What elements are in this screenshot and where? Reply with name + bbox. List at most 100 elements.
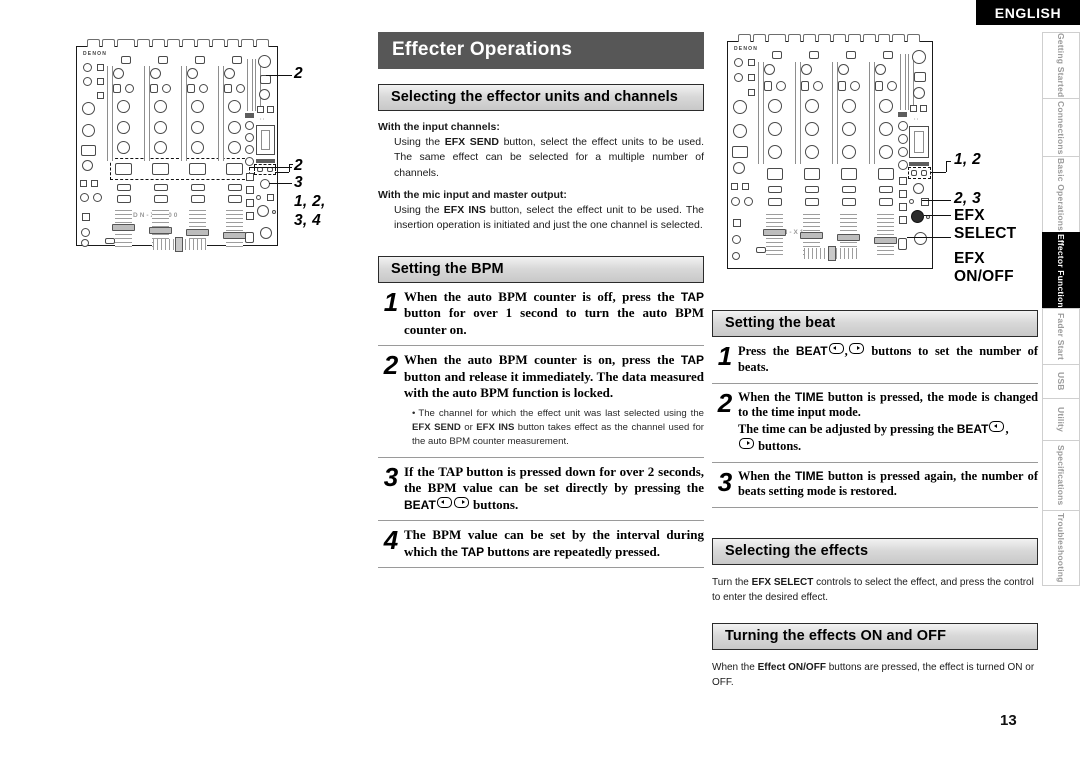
phones-knob [733, 124, 747, 138]
ch1-gain-knob [113, 68, 124, 79]
ch2-input-select [158, 56, 168, 64]
ch2-efx-send-button [152, 163, 169, 175]
efx-param4-knob [245, 157, 254, 166]
ch4-fader [223, 210, 246, 250]
ch4-cue-button [879, 186, 893, 193]
callout-line-beat-b [946, 161, 947, 172]
efx-display-label-bar [909, 162, 929, 166]
efx-tap-button-top [914, 72, 926, 82]
ch2-filter-knob [805, 145, 819, 159]
efx-param1-knob [898, 121, 908, 131]
bpm-step-2-text: When the auto BPM counter is on, press t… [404, 352, 704, 450]
mic-eq-button [748, 89, 755, 96]
crossfader-curve-knob [80, 193, 89, 202]
bpm-step-4-number: 4 [383, 525, 399, 556]
cue-mix-button [732, 146, 748, 158]
beat-up-button [921, 170, 927, 176]
section-body-selecting-units: With the input channels: Using the EFX S… [378, 120, 704, 234]
ch2-assign-switch [805, 198, 819, 206]
ch4-efx-send-button [878, 168, 894, 180]
efx-bank4-button [899, 216, 907, 224]
ch3-assign-switch [842, 198, 856, 206]
efx-param2-knob [245, 133, 254, 142]
mic-gain-knob [734, 58, 743, 67]
ch4-efx-ins-button [875, 81, 883, 91]
callout-label-beat: 1, 2 [954, 151, 982, 168]
callout-label-tap-line2: 3, 4 [294, 212, 322, 229]
ch3-cue-button [842, 186, 856, 193]
efx-bank1-button [899, 177, 907, 185]
efx-param1-knob [245, 121, 254, 130]
ch4-eq-rail [218, 66, 224, 161]
input-channels-lead: With the input channels: [378, 121, 500, 133]
efx-onoff-button [245, 232, 254, 243]
efx-onoff-assign-button [898, 238, 907, 250]
side-tab-specifications[interactable]: Specifications [1042, 440, 1080, 510]
mic-gain-knob [83, 63, 92, 72]
ch1-hi-knob [125, 84, 134, 93]
callout-line-beat-a [275, 172, 289, 173]
callout-line-beat-c [946, 161, 951, 162]
callout-label-efx-select-line2: SELECT [954, 225, 1017, 242]
ch2-filter-knob [154, 141, 167, 154]
beat-steps-list: 1 Press the BEAT, buttons to set the num… [712, 337, 1038, 508]
beat-down-icon [989, 421, 1005, 432]
side-tab-usb[interactable]: USB [1042, 364, 1080, 398]
efx-small-led [256, 195, 261, 200]
input-channels-text: Using the EFX SEND button, select the ef… [394, 136, 704, 179]
bpm-step-3: 3 If the TAP button is pressed down for … [378, 458, 704, 522]
section-header-setting-bpm: Setting the BPM [378, 255, 704, 283]
time-bold: TIME [794, 468, 824, 483]
ch3-assign-switch [191, 195, 205, 203]
side-tab-getting-started[interactable]: Getting Started [1042, 32, 1080, 98]
efx-param3-knob [245, 145, 254, 154]
efx-param3-knob [898, 147, 908, 157]
ch2-mid-knob [805, 99, 819, 113]
ch1-low-knob [768, 122, 782, 136]
beat-step-3-number: 3 [717, 466, 733, 497]
efx-bank4-button [246, 212, 254, 220]
side-tab-fader-start[interactable]: Fader Start [1042, 308, 1080, 364]
callout-line-time [922, 200, 951, 201]
ch1-fader [112, 210, 135, 250]
side-tab-label: Effector Function [1056, 233, 1066, 308]
efx-small-led [909, 199, 914, 204]
beat-bold: BEAT [956, 422, 989, 436]
booth-knob [733, 100, 747, 114]
section-header-setting-beat: Setting the beat [712, 310, 1038, 337]
side-tab-basic-operations[interactable]: Basic Operations [1042, 156, 1080, 232]
selecting-effects-note: Turn the EFX SELECT controls to select t… [712, 577, 1034, 603]
tap-bold: TAP [461, 544, 485, 559]
crossfader [153, 237, 207, 252]
ch3-eq-rail [832, 62, 838, 164]
hamster-switch [105, 238, 115, 244]
master-meter-left [900, 54, 906, 110]
ch2-mid-knob [154, 100, 167, 113]
mixer-panel: DENON DN-X1600 [76, 39, 278, 252]
efx-led-a [910, 105, 917, 112]
bpm-step-4: 4 The BPM value can be set by the interv… [378, 521, 704, 569]
side-tab-connections[interactable]: Connections [1042, 98, 1080, 156]
middle-column: Effecter Operations Selecting the effect… [378, 32, 704, 569]
beat-down-button [911, 170, 917, 176]
brand-label: DENON [734, 46, 759, 52]
mic-eq-button [97, 92, 104, 99]
callout-line-efx-onoff [907, 237, 951, 238]
bpm-step-1-text: When the auto BPM counter is off, press … [404, 288, 704, 337]
crossfader-curve-knob [731, 197, 740, 206]
beat-step-1-text: Press the BEAT, buttons to set the numbe… [738, 343, 1038, 374]
side-tab-troubleshooting[interactable]: Troubleshooting [1042, 510, 1080, 586]
beat-down-icon [828, 343, 844, 354]
master-level-knob [733, 162, 745, 174]
ch1-efx-ins-button [113, 84, 121, 93]
callout-label-top: 2 [294, 65, 303, 82]
ch2-efx-send-button [804, 168, 820, 180]
meter-mode-tab [245, 113, 254, 118]
ch2-gain-knob [801, 64, 812, 75]
side-tab-utility[interactable]: Utility [1042, 398, 1080, 440]
time-bold: TIME [794, 389, 824, 404]
side-tab-effector-function[interactable]: Effector Function [1042, 232, 1080, 308]
callout-label-efx-onoff-line2: ON/OFF [954, 268, 1014, 285]
ch2-efx-ins-button [150, 84, 158, 93]
bpm-step-2: 2 When the auto BPM counter is on, press… [378, 346, 704, 458]
